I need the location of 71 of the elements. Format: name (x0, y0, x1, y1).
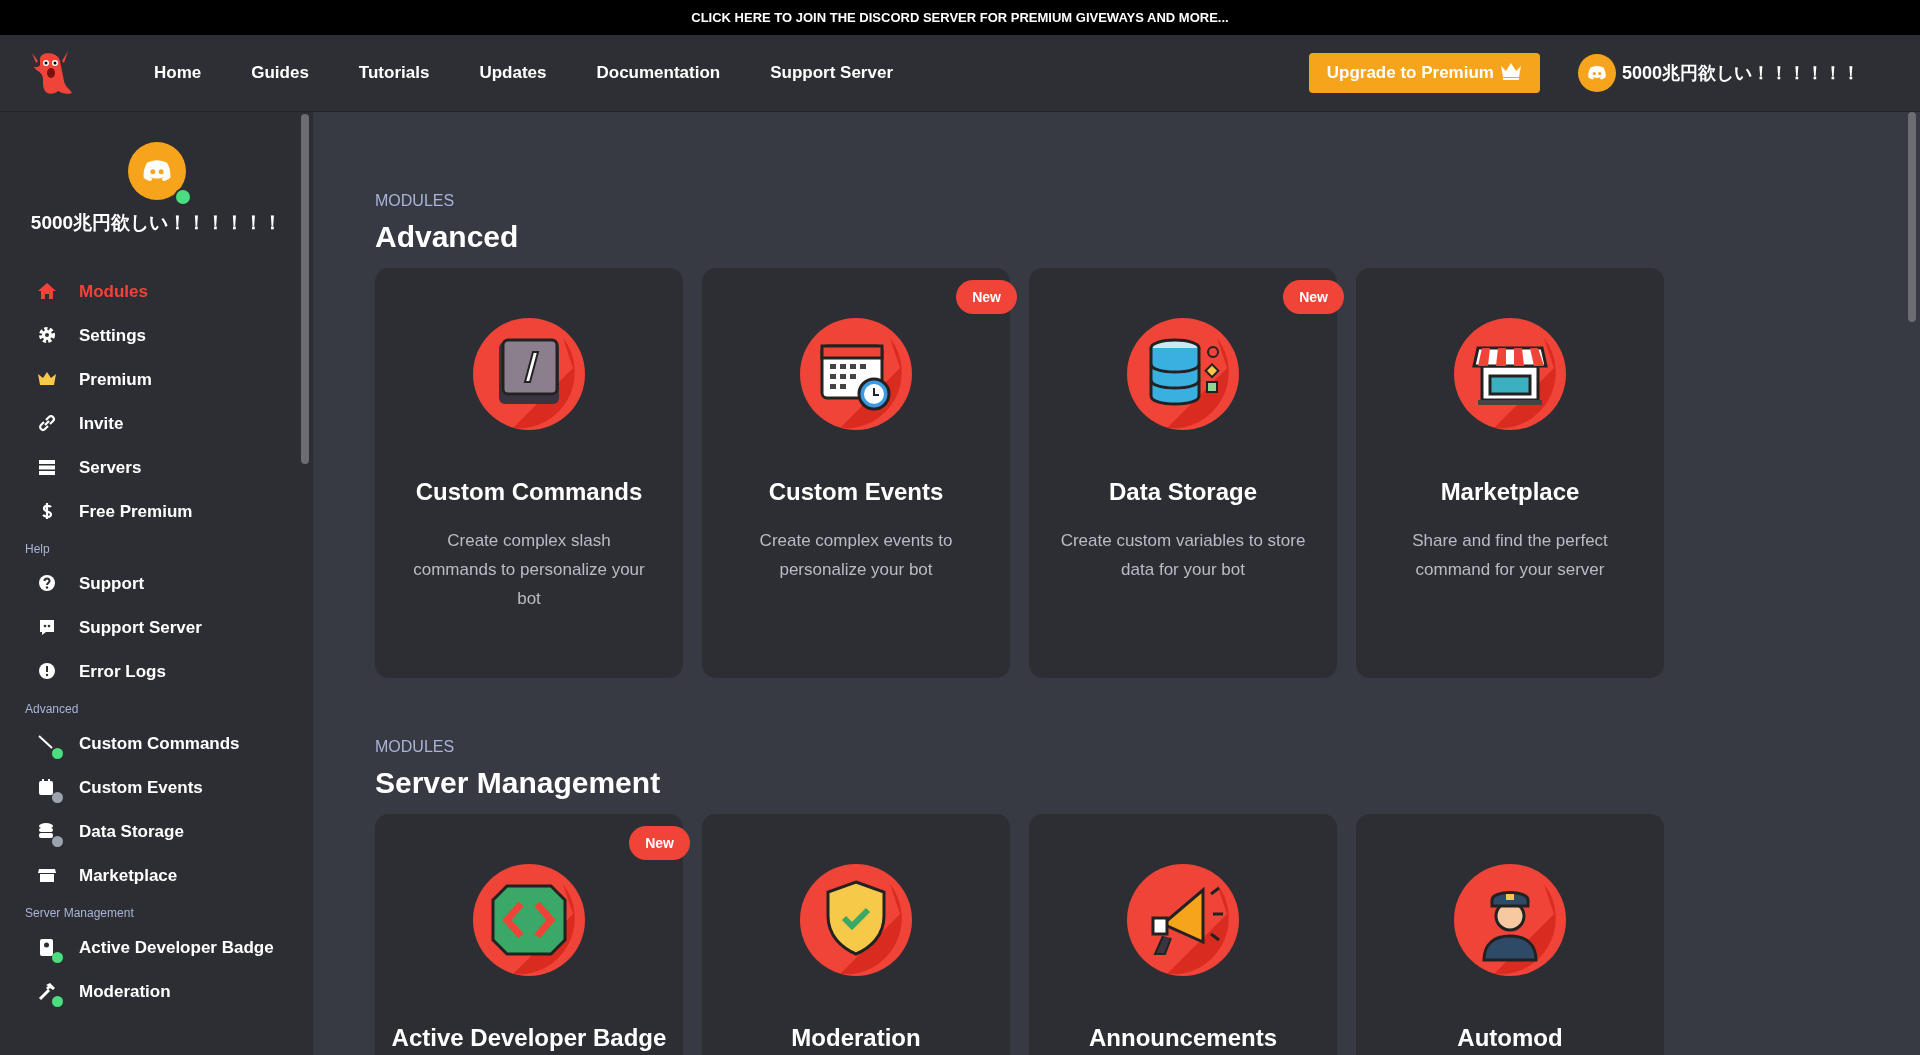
server-icon (37, 457, 57, 477)
nav-link[interactable]: Guides (251, 63, 309, 83)
section-eyebrow: MODULES (375, 738, 456, 756)
banner-link[interactable]: CLICK HERE TO JOIN THE DISCORD SERVER FOR PREMIUM GIVEWAYS AND MORE... (691, 10, 1229, 25)
module-card[interactable]: Automod (1356, 814, 1664, 1055)
card-title: Marketplace (1440, 478, 1580, 506)
slash-key-icon (473, 318, 585, 430)
section-label: Help (24, 541, 51, 558)
module-card[interactable]: Marketplace Share and find the perfect command for your server (1356, 268, 1664, 678)
nav-link[interactable]: Support Server (770, 63, 893, 83)
hammer-icon (37, 981, 57, 1001)
nav-link[interactable]: Updates (479, 63, 547, 83)
help-icon (37, 573, 57, 593)
user-name[interactable]: 5000兆円欲しい！！！！！！ (1621, 61, 1860, 85)
module-card[interactable]: Custom Commands Create complex slash commands to personalize your bot (375, 268, 683, 678)
card-title: Data Storage (1108, 478, 1257, 506)
sidebar-item[interactable]: Support Server (0, 606, 313, 650)
section-title: Advanced (375, 220, 520, 254)
card-title: Custom Commands (415, 478, 643, 506)
settings-icon (37, 325, 57, 345)
database-icon (1127, 318, 1239, 430)
sidebar-item[interactable]: Data Storage (0, 810, 313, 854)
section-label: Server Management (24, 905, 135, 922)
card-description: Create complex slash commands to personalize your bot (412, 530, 646, 610)
code-icon (473, 864, 585, 976)
chat-icon (37, 617, 57, 637)
card-title: Custom Events (768, 478, 944, 506)
nav-link[interactable]: Home (154, 63, 202, 83)
user-name: 5000兆円欲しい！！！！！！ (30, 211, 283, 235)
sidebar-item[interactable]: Moderation (0, 970, 313, 1014)
card-title: Moderation (791, 1024, 921, 1052)
card-title: Active Developer Badge (391, 1024, 667, 1052)
avatar-icon[interactable] (1577, 54, 1616, 92)
sidebar-item[interactable]: Free Premium (0, 490, 313, 534)
sidebar-item[interactable]: Modules (0, 270, 313, 314)
scrollbar[interactable] (301, 114, 309, 464)
nav-link[interactable]: Documentation (596, 63, 721, 83)
card-description: Create complex events to personalize your bot (758, 530, 954, 581)
megaphone-icon (1127, 864, 1239, 976)
new-badge: New (1283, 280, 1344, 314)
sidebar-item[interactable]: Active Developer Badge (0, 926, 313, 970)
sidebar-item[interactable]: Invite (0, 402, 313, 446)
sidebar-item[interactable]: Support (0, 562, 313, 606)
card-title: Automod (1457, 1024, 1563, 1052)
new-badge: New (956, 280, 1017, 314)
calendar-clock-icon (800, 318, 912, 430)
sidebar-item[interactable]: Marketplace (0, 854, 313, 898)
sidebar-item[interactable]: Premium (0, 358, 313, 402)
module-card[interactable]: Moderation (702, 814, 1010, 1055)
home-icon (37, 281, 57, 301)
card-description: Create custom variables to store data for your bot (1059, 530, 1307, 581)
avatar-icon (127, 142, 186, 200)
scrollbar[interactable] (1908, 112, 1916, 322)
section-eyebrow: MODULES (375, 192, 456, 210)
new-badge: New (629, 826, 690, 860)
sidebar-item[interactable]: Custom Events (0, 766, 313, 810)
link-icon (37, 413, 57, 433)
sidebar-item[interactable]: Servers (0, 446, 313, 490)
sidebar-item[interactable]: Settings (0, 314, 313, 358)
sidebar-item[interactable]: Custom Commands (0, 722, 313, 766)
card-description: Share and find the perfect command for your server (1411, 530, 1609, 581)
alert-icon (37, 661, 57, 681)
nav-link[interactable]: Tutorials (358, 63, 430, 83)
police-officer-icon (1454, 864, 1566, 976)
section-title: Server Management (375, 766, 662, 800)
sidebar-item[interactable]: Error Logs (0, 650, 313, 694)
module-card[interactable]: Announcements (1029, 814, 1337, 1055)
shield-check-icon (800, 864, 912, 976)
storefront-icon (1454, 318, 1566, 430)
card-title: Announcements (1089, 1024, 1277, 1052)
section-label: Advanced (24, 701, 80, 718)
